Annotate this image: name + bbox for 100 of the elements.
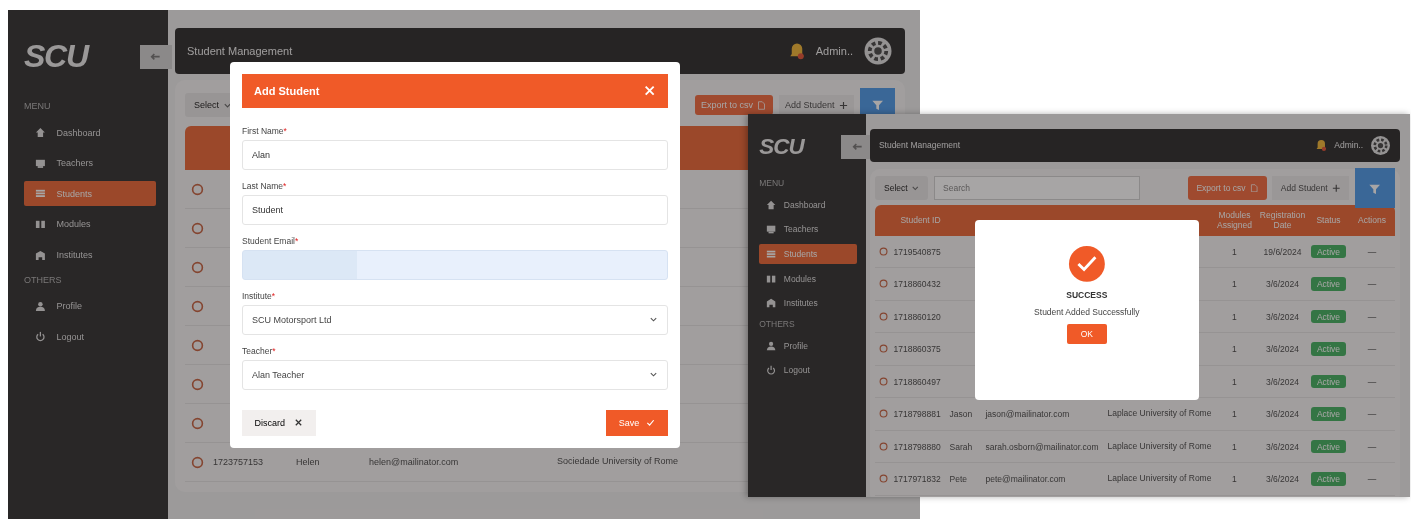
status-badge: Active	[1310, 439, 1346, 454]
table-cell-text: 1717971832	[893, 474, 942, 484]
table-cell-text: Sociedade University of Rome	[557, 456, 680, 468]
status-badge: Active	[1310, 407, 1346, 421]
status-badge: Active	[1310, 374, 1346, 389]
export-button[interactable]: Export to csv	[694, 94, 773, 116]
nav-item[interactable]: Teachers	[759, 219, 858, 240]
nav-item[interactable]: Institutes	[24, 242, 156, 268]
table-cell-text: 1718860432	[893, 279, 942, 289]
actions-cell[interactable]: —	[1349, 344, 1395, 354]
actions-cell[interactable]: —	[1349, 441, 1395, 452]
status-badge: Active	[1310, 309, 1346, 324]
status-badge: Active	[1310, 277, 1346, 291]
dialog-title: Add Student	[254, 85, 320, 97]
section-label: MENU	[24, 101, 52, 111]
nav-item[interactable]: Teachers	[24, 150, 156, 176]
nav-item[interactable]: Dashboard	[759, 194, 858, 215]
save-button[interactable]: Save	[606, 409, 668, 436]
actions-cell[interactable]: —	[1349, 311, 1395, 322]
table-cell: Laplace University of Rome	[1107, 440, 1212, 452]
nav-item[interactable]: Profile	[24, 293, 156, 319]
field-label: Institute	[242, 290, 272, 301]
add-student-button[interactable]: Add Student	[778, 94, 855, 116]
nav-item[interactable]: Modules	[759, 268, 858, 289]
input-field[interactable]: Student	[242, 195, 668, 225]
export-button[interactable]: Export to csv	[1187, 176, 1267, 200]
nav-item[interactable]: Profile	[759, 335, 858, 356]
dialog-message: Student Added Successfully	[1034, 306, 1140, 317]
status-badge: Active	[1310, 342, 1346, 356]
table-cell: Laplace University of Rome	[1107, 408, 1212, 420]
section-label: OTHERS	[24, 274, 63, 285]
table-cell-text: 19/6/2024	[1262, 246, 1303, 257]
table-cell-text: 1	[1231, 279, 1238, 289]
table-cell-text: Helen	[296, 457, 321, 467]
select-field[interactable]: SCU Motorsport Ltd	[242, 305, 668, 335]
ok-button[interactable]: OK	[1067, 323, 1107, 344]
actions-cell[interactable]: —	[1349, 409, 1395, 419]
table-cell-text: 1718798881	[893, 409, 942, 419]
table-cell-text: Sarah	[949, 441, 974, 452]
table-cell-text: 3/6/2024	[1264, 279, 1301, 289]
required-mark: *	[283, 180, 287, 191]
section-label: OTHERS	[759, 318, 796, 329]
table-cell-text: 1	[1231, 376, 1238, 387]
actions-cell[interactable]: —	[1349, 279, 1395, 289]
actions-cell[interactable]: —	[1349, 246, 1395, 257]
add-student-button[interactable]: Add Student	[1272, 176, 1349, 200]
table-cell-text: 1718860497	[893, 376, 942, 387]
nav-item[interactable]: Logout	[24, 324, 156, 350]
table-cell-text: Pete	[949, 474, 968, 484]
input-field[interactable]: Alan	[242, 140, 668, 170]
table-cell-text: 3/6/2024	[1264, 344, 1301, 354]
page-title: Student Management	[187, 45, 294, 57]
table-cell-text: jason@mailinator.com	[985, 409, 1071, 419]
select-field[interactable]: Alan Teacher	[242, 360, 668, 390]
actions-cell[interactable]: —	[1349, 376, 1395, 387]
column-header: Status	[1315, 215, 1342, 226]
dialog-title: SUCCESS	[1066, 289, 1108, 300]
nav-item[interactable]: Institutes	[759, 293, 858, 314]
column-header: Student ID	[899, 215, 942, 226]
actions-cell[interactable]: —	[1349, 474, 1395, 484]
table-cell-text: 1	[1231, 409, 1238, 419]
field-label: Student Email	[242, 235, 295, 246]
table-cell-text: 1	[1231, 344, 1238, 354]
page-title: Student Management	[878, 140, 962, 151]
table-cell-text: 3/6/2024	[1264, 409, 1301, 419]
user-name[interactable]: Admin..	[815, 45, 853, 57]
table-cell-text: Jason	[949, 409, 974, 419]
search-field[interactable]: Search	[933, 176, 1140, 201]
user-name[interactable]: Admin..	[1334, 140, 1364, 151]
logo: SCU	[759, 133, 804, 160]
table-cell-text: 3/6/2024	[1264, 474, 1301, 484]
field-label: Teacher	[242, 345, 273, 356]
field-label: First Name	[242, 126, 284, 136]
table-cell-text: 1718798880	[893, 441, 942, 452]
table-cell-text: 1	[1231, 441, 1238, 452]
table-cell-text: 3/6/2024	[1264, 441, 1301, 452]
status-badge: Active	[1310, 472, 1346, 486]
column-header: Actions	[1357, 215, 1387, 226]
status-badge: Active	[1310, 244, 1346, 259]
table-cell-text: 3/6/2024	[1264, 376, 1301, 387]
nav-item[interactable]: Students	[24, 181, 156, 207]
select-dropdown[interactable]: Select	[875, 176, 928, 200]
nav-item[interactable]: Logout	[759, 360, 858, 381]
table-cell: Laplace University of Rome	[1107, 473, 1212, 485]
discard-button[interactable]: Discard	[242, 409, 316, 436]
table-cell-text: 1719540875	[893, 246, 942, 257]
nav-item[interactable]: Modules	[24, 211, 156, 237]
table-cell-text: 1723757153	[213, 457, 265, 467]
required-mark: *	[294, 235, 299, 246]
column-header: Modules Assigned	[1216, 210, 1253, 231]
column-header: Registration Date	[1258, 210, 1307, 231]
nav-item[interactable]: Dashboard	[24, 120, 156, 146]
table-cell-text: 1718860120	[893, 311, 942, 322]
table-cell-text: 1	[1231, 474, 1238, 484]
table-cell-text: pete@mailinator.com	[985, 474, 1067, 484]
logo: SCU	[24, 38, 88, 75]
table-cell-text: 1	[1231, 246, 1238, 257]
nav-item[interactable]: Students	[759, 243, 858, 265]
table-cell-text: 1	[1231, 311, 1238, 322]
required-mark: *	[272, 345, 276, 356]
